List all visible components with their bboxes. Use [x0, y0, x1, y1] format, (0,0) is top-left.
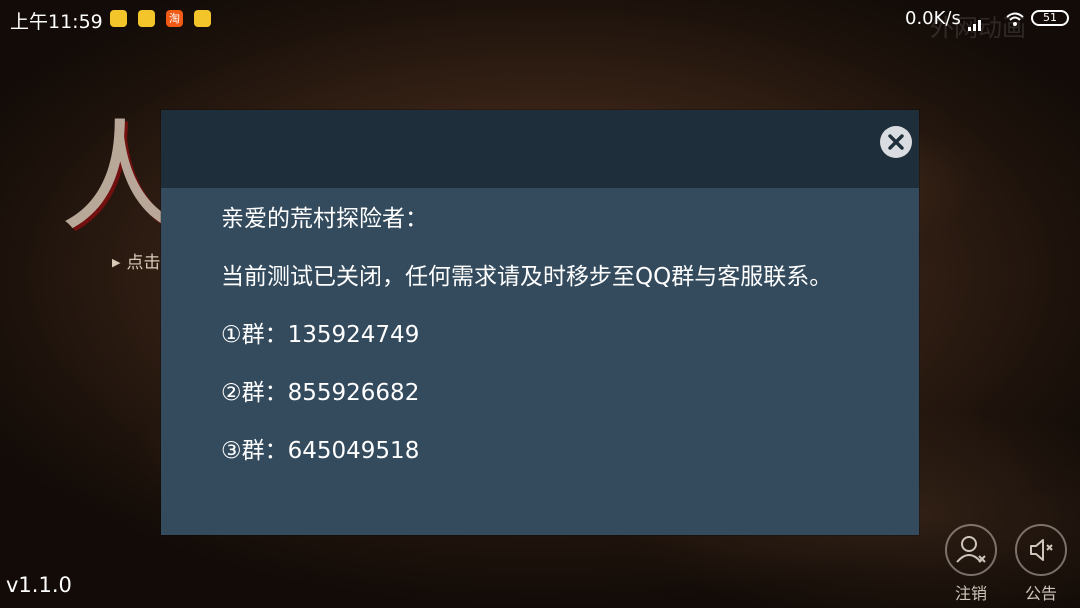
group-number: 645049518: [287, 438, 420, 464]
group-line-2: ②群：855926682: [221, 376, 901, 434]
group-label: ②群：: [221, 380, 288, 406]
group-number: 855926682: [287, 380, 420, 406]
group-line-1: ①群：135924749: [221, 318, 901, 376]
version-label: v1.1.0: [6, 573, 72, 597]
notice-button[interactable]: [1015, 524, 1067, 576]
wifi-icon: [1006, 10, 1024, 26]
notification-icon: [110, 10, 127, 27]
logout-button[interactable]: [945, 524, 997, 576]
status-bar: 上午11:59 淘 外网动画 0.0K/s 51: [0, 0, 1080, 42]
close-button[interactable]: [880, 126, 912, 158]
dialog-body: 亲爱的荒村探险者： 当前测试已关闭，任何需求请及时移步至QQ群与客服联系。 ①群…: [221, 202, 901, 492]
notification-icon: [138, 10, 155, 27]
dialog-header: [161, 110, 919, 188]
group-label: ①群：: [221, 322, 288, 348]
battery-icon: 51: [1031, 10, 1069, 26]
play-arrow-icon: ▶: [112, 256, 121, 269]
notification-icon: [194, 10, 211, 27]
logout-label: 注销: [954, 584, 987, 603]
signal-icon: [968, 14, 982, 31]
greeting-text: 亲爱的荒村探险者：: [221, 206, 428, 232]
group-line-3: ③群：645049518: [221, 434, 901, 492]
tap-hint-text: 点击: [126, 253, 161, 273]
message-text: 当前测试已关闭，任何需求请及时移步至QQ群与客服联系。: [221, 264, 833, 290]
group-label: ③群：: [221, 438, 288, 464]
tap-to-start-hint[interactable]: ▶ 点击: [112, 248, 160, 273]
notice-label: 公告: [1024, 584, 1057, 603]
network-speed: 0.0K/s: [905, 8, 961, 29]
status-time: 上午11:59: [10, 11, 103, 33]
speaker-icon: [1030, 539, 1053, 561]
user-logout-icon: [956, 536, 986, 563]
taobao-icon: 淘: [166, 10, 183, 27]
notice-dialog: 亲爱的荒村探险者： 当前测试已关闭，任何需求请及时移步至QQ群与客服联系。 ①群…: [161, 110, 919, 535]
close-icon: [888, 134, 904, 150]
group-number: 135924749: [287, 322, 420, 348]
